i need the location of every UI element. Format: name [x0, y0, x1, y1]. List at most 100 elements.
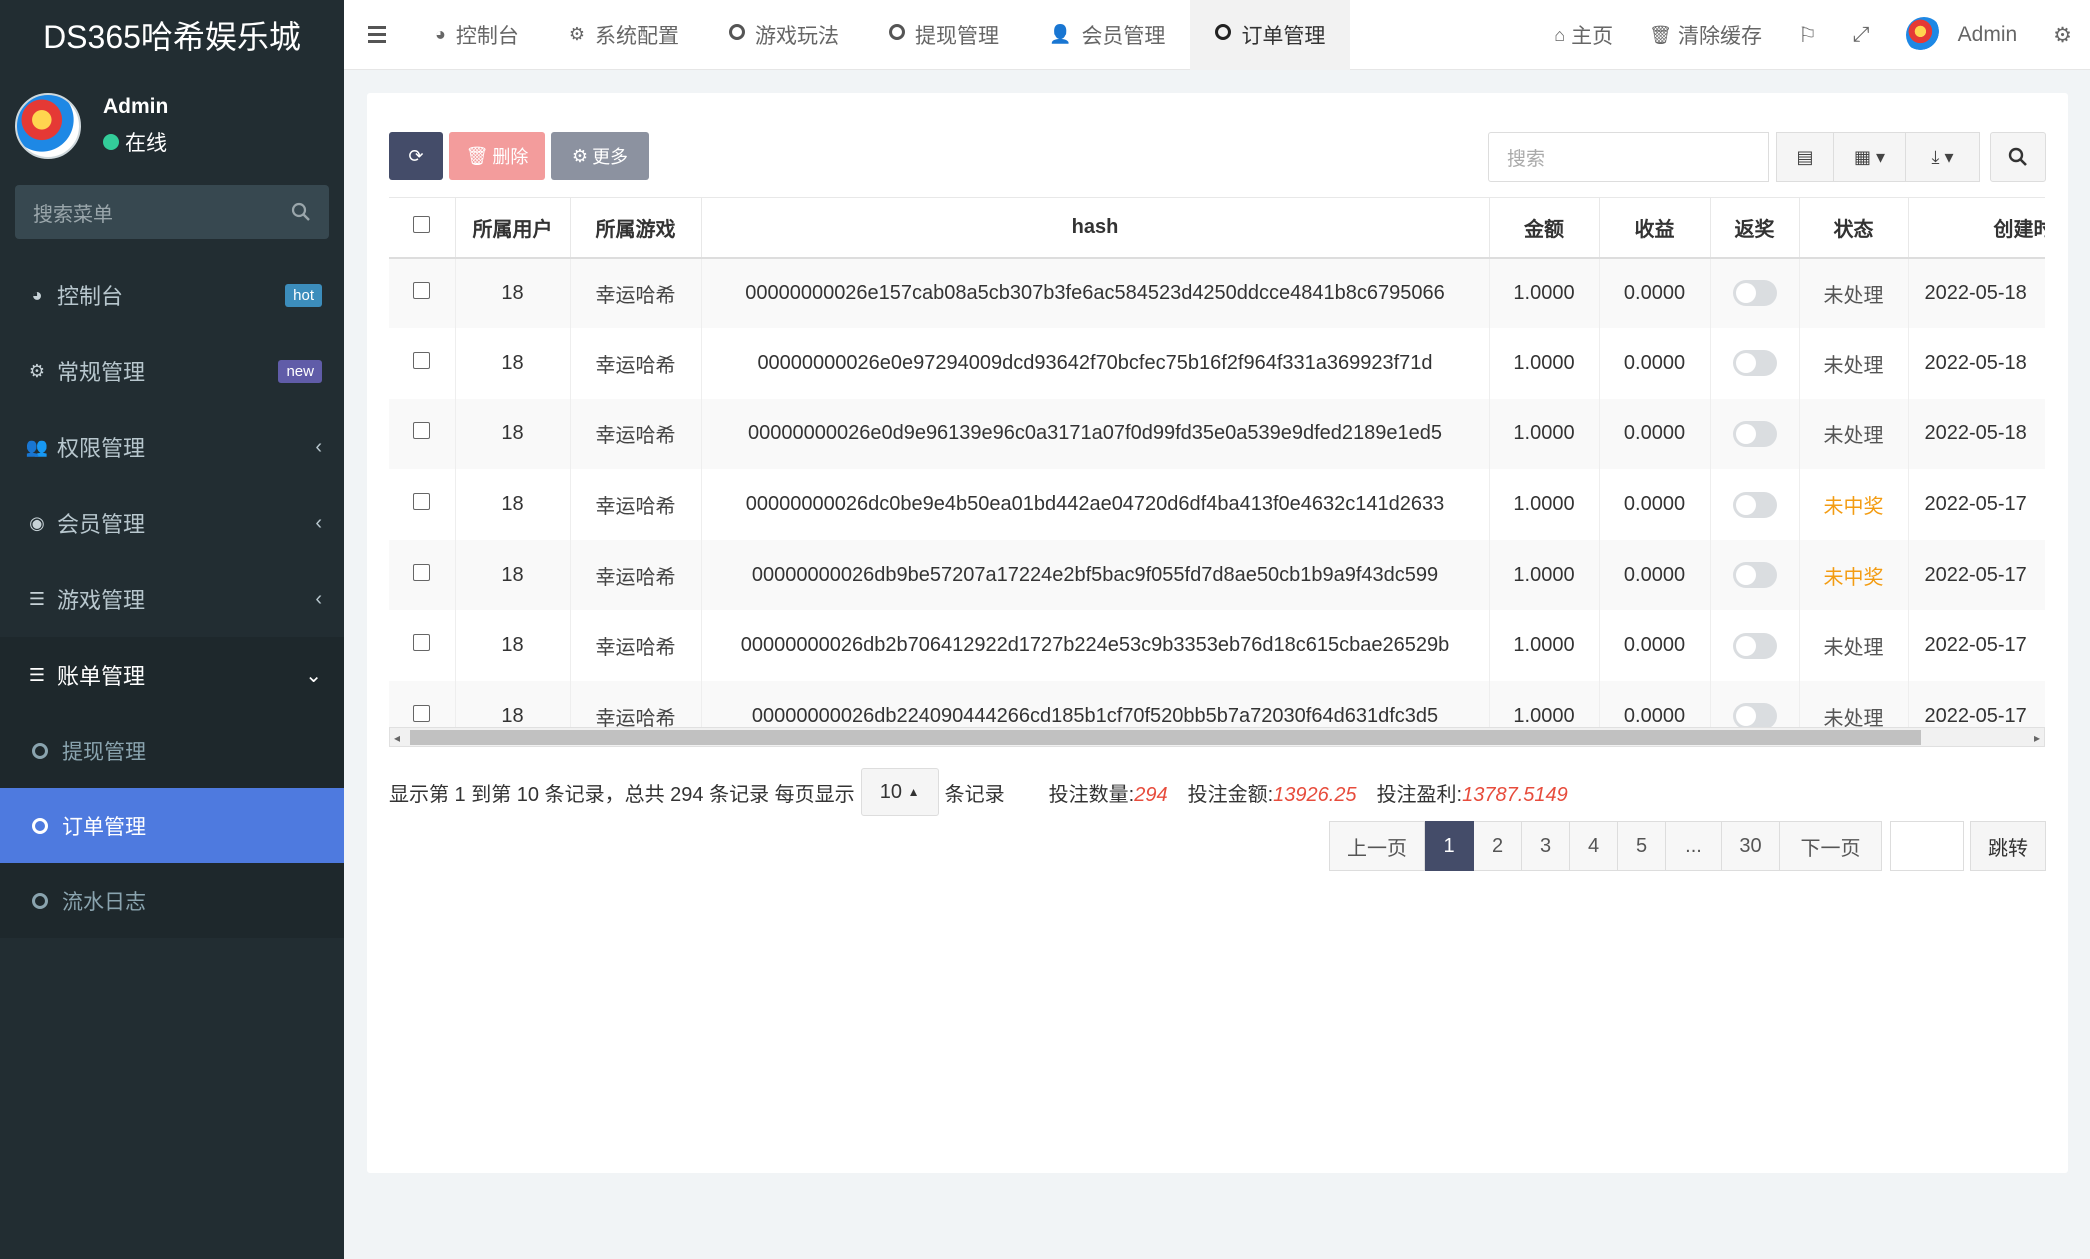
jump-page-input[interactable]	[1890, 821, 1964, 871]
export-button[interactable]: ⤓ ▾	[1906, 132, 1980, 182]
cell-hash: 00000000026e157cab08a5cb307b3fe6ac584523…	[701, 257, 1490, 329]
rebate-toggle[interactable]	[1732, 420, 1777, 447]
admin-menu[interactable]: Admin	[1888, 0, 2036, 70]
column-header[interactable]: 金额	[1489, 197, 1600, 259]
cell-user: 18	[455, 610, 571, 682]
tab-orders[interactable]: 订单管理	[1190, 0, 1351, 70]
page-3-button[interactable]: 3	[1522, 821, 1570, 871]
menu-toggle-icon[interactable]	[344, 0, 410, 70]
columns-button[interactable]: ▦ ▾	[1834, 132, 1906, 182]
page-5-button[interactable]: 5	[1618, 821, 1666, 871]
tab-gameplay[interactable]: 游戏玩法	[704, 0, 864, 70]
sidebar-subitem-flow-log[interactable]: 流水日志	[0, 863, 344, 938]
table-row[interactable]: 18 幸运哈希 00000000026dc0be9e4b50ea01bd442ae0…	[389, 469, 2045, 540]
refresh-button[interactable]: ⟳	[389, 132, 443, 180]
column-header[interactable]: 所属游戏	[570, 197, 702, 259]
sidebar-subitem-orders[interactable]: 订单管理	[0, 788, 344, 863]
table-row[interactable]: 18 幸运哈希 00000000026db2b706412922d1727b224e…	[389, 610, 2045, 682]
page-size-select[interactable]: 10 ▲	[860, 768, 939, 816]
rebate-toggle[interactable]	[1732, 350, 1777, 377]
gear-icon: ⚙	[571, 145, 589, 166]
rebate-toggle[interactable]	[1732, 703, 1777, 727]
next-page-button[interactable]: 下一页	[1780, 821, 1882, 871]
rebate-toggle[interactable]	[1732, 491, 1777, 518]
sidebar-search-input[interactable]: 搜索菜单	[15, 185, 329, 239]
page-1-button[interactable]: 1	[1425, 821, 1474, 871]
rebate-toggle[interactable]	[1732, 632, 1777, 659]
page-4-button[interactable]: 4	[1570, 821, 1618, 871]
row-checkbox[interactable]	[389, 398, 456, 470]
tab-dashboard[interactable]: ◕ 控制台	[410, 0, 544, 70]
column-header[interactable]: 所属用户	[455, 197, 571, 259]
avatar	[1905, 17, 1942, 53]
column-header[interactable]: 创建时	[1908, 197, 2045, 259]
sidebar-item-dashboard[interactable]: ◕ 控制台 hot	[0, 257, 344, 333]
row-checkbox[interactable]	[389, 257, 456, 329]
cell-user: 18	[455, 469, 571, 540]
clear-cache-button[interactable]: 🗑 清除缓存	[1631, 0, 1780, 70]
row-checkbox[interactable]	[389, 681, 456, 727]
table-row[interactable]: 18 幸运哈希 00000000026e157cab08a5cb307b3fe6ac…	[389, 257, 2045, 329]
select-all-checkbox[interactable]	[389, 197, 456, 259]
table-row[interactable]: 18 幸运哈希 00000000026db9be57207a17224e2bf5ba…	[389, 539, 2045, 611]
trash-icon: 🗑	[1649, 24, 1672, 45]
row-checkbox[interactable]	[389, 610, 456, 682]
sidebar-subitem-withdraw[interactable]: 提现管理	[0, 713, 344, 788]
cell-status: 未中奖	[1799, 539, 1909, 611]
more-button[interactable]: ⚙ 更多	[551, 132, 649, 180]
page-30-button[interactable]: 30	[1722, 821, 1780, 871]
table-row[interactable]: 18 幸运哈希 00000000026e0d9e96139e96c0a3171a07…	[389, 398, 2045, 470]
avatar	[15, 93, 81, 159]
sidebar-item-games[interactable]: ☰ 游戏管理 ‹	[0, 561, 344, 637]
scroll-left-icon[interactable]: ◂	[394, 731, 400, 745]
horizontal-scrollbar[interactable]: ◂ ▸	[389, 727, 2045, 747]
tab-withdraw[interactable]: 提现管理	[864, 0, 1024, 70]
chevron-left-icon: ‹	[315, 587, 322, 610]
sidebar-item-permissions[interactable]: 👥 权限管理 ‹	[0, 409, 344, 485]
user-icon: 👤	[1049, 24, 1072, 44]
rebate-toggle[interactable]	[1732, 280, 1777, 307]
rebate-toggle[interactable]	[1732, 562, 1777, 589]
row-checkbox[interactable]	[389, 469, 456, 540]
search-button[interactable]	[1990, 132, 2046, 182]
search-input[interactable]: 搜索	[1488, 132, 1769, 182]
circle-icon	[32, 742, 48, 759]
cell-rebate	[1710, 257, 1800, 329]
row-checkbox[interactable]	[389, 328, 456, 399]
tab-system-config[interactable]: ⚙ 系统配置	[544, 0, 704, 70]
cell-created: 2022-05-17	[1908, 610, 2045, 682]
tab-members[interactable]: 👤 会员管理	[1024, 0, 1190, 70]
sidebar-item-general[interactable]: ⚙ 常规管理 new	[0, 333, 344, 409]
brand-logo[interactable]: DS365哈希娱乐城	[0, 0, 344, 70]
stat-bet-amount: 投注金额:13926.25	[1187, 783, 1357, 806]
row-checkbox[interactable]	[389, 539, 456, 611]
column-header[interactable]: 状态	[1799, 197, 1909, 259]
cell-amount: 1.0000	[1489, 610, 1600, 682]
delete-button[interactable]: 🗑 删除	[449, 132, 545, 180]
page-2-button[interactable]: 2	[1474, 821, 1522, 871]
column-header[interactable]: hash	[701, 197, 1490, 259]
table-row[interactable]: 18 幸运哈希 00000000026db224090444266cd185b1cf…	[389, 681, 2045, 727]
cell-user: 18	[455, 681, 571, 727]
cell-profit: 0.0000	[1599, 539, 1711, 611]
search-icon	[2008, 147, 2027, 166]
sidebar-item-billing[interactable]: ☰ 账单管理 ⌄	[0, 637, 344, 713]
column-header[interactable]: 收益	[1599, 197, 1711, 259]
fullscreen-icon[interactable]: ⤢	[1835, 0, 1888, 70]
jump-button[interactable]: 跳转	[1970, 821, 2046, 871]
cell-status: 未处理	[1799, 257, 1909, 329]
prev-page-button[interactable]: 上一页	[1329, 821, 1425, 871]
column-header[interactable]: 返奖	[1710, 197, 1800, 259]
scrollbar-thumb[interactable]	[410, 730, 1921, 745]
settings-icon[interactable]: ⚙	[2035, 0, 2090, 70]
home-link[interactable]: ⌂ 主页	[1536, 0, 1631, 70]
cell-hash: 00000000026dc0be9e4b50ea01bd442ae04720d6…	[701, 469, 1490, 540]
sidebar-menu: ◕ 控制台 hot ⚙ 常规管理 new 👥 权限管理 ‹ ◉ 会员管理 ‹ ☰…	[0, 257, 344, 938]
circle-icon	[889, 24, 906, 45]
sidebar-item-members[interactable]: ◉ 会员管理 ‹	[0, 485, 344, 561]
table-row[interactable]: 18 幸运哈希 00000000026e0e97294009dcd93642f70b…	[389, 328, 2045, 399]
list-icon: ☰	[28, 664, 46, 685]
toggle-view-button[interactable]: ▤	[1776, 132, 1834, 182]
scroll-right-icon[interactable]: ▸	[2034, 731, 2040, 745]
language-icon[interactable]: ⚐	[1780, 0, 1835, 70]
